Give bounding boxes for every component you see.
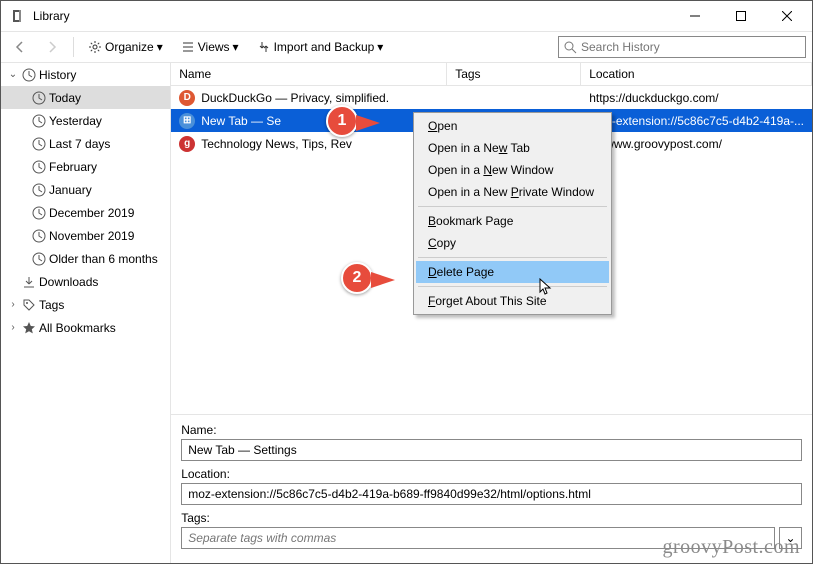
- history-label: History: [39, 68, 76, 82]
- chevron-down-icon: ▾: [233, 40, 239, 54]
- search-field-wrap: [558, 36, 806, 58]
- clock-icon: [31, 183, 47, 197]
- clock-icon: [31, 206, 47, 220]
- window-title: Library: [33, 9, 672, 23]
- menu-delete-page[interactable]: Delete Page: [416, 261, 609, 283]
- chevron-down-icon: ▾: [157, 40, 163, 54]
- list-icon: [181, 40, 195, 54]
- menu-open[interactable]: Open: [416, 115, 609, 137]
- sidebar-item-nov2019[interactable]: November 2019: [1, 224, 170, 247]
- menu-separator: [418, 257, 607, 258]
- chevron-down-icon[interactable]: ⌄: [7, 69, 19, 80]
- sidebar-item-today[interactable]: Today: [1, 86, 170, 109]
- menu-copy[interactable]: Copy: [416, 232, 609, 254]
- annotation-callout-2: 2: [341, 262, 373, 294]
- history-row[interactable]: DDuckDuckGo — Privacy, simplified. https…: [171, 86, 812, 109]
- import-label: Import and Backup: [274, 40, 375, 54]
- sidebar: ⌄ History Today Yesterday Last 7 days Fe…: [1, 63, 171, 563]
- clock-icon: [21, 68, 37, 82]
- menu-bookmark[interactable]: Bookmark Page: [416, 210, 609, 232]
- favicon-icon: D: [179, 90, 195, 106]
- clock-icon: [31, 229, 47, 243]
- views-label: Views: [198, 40, 230, 54]
- annotation-callout-1: 1: [326, 105, 358, 137]
- separator: [73, 37, 74, 57]
- views-menu[interactable]: Views ▾: [175, 37, 245, 57]
- search-input[interactable]: [558, 36, 806, 58]
- sidebar-item-jan[interactable]: January: [1, 178, 170, 201]
- app-icon: [9, 8, 25, 24]
- chevron-down-icon: ▾: [377, 40, 383, 54]
- clock-icon: [31, 91, 47, 105]
- sidebar-item-feb[interactable]: February: [1, 155, 170, 178]
- download-icon: [21, 275, 37, 289]
- search-icon: [563, 40, 577, 54]
- import-backup-menu[interactable]: Import and Backup ▾: [251, 37, 390, 57]
- column-name[interactable]: Name: [171, 63, 447, 85]
- name-label: Name:: [181, 423, 802, 437]
- title-bar: Library: [1, 1, 812, 31]
- star-icon: [21, 321, 37, 335]
- name-field[interactable]: [181, 439, 802, 461]
- column-location[interactable]: Location: [581, 63, 812, 85]
- sidebar-tags[interactable]: › Tags: [1, 293, 170, 316]
- menu-forget[interactable]: Forget About This Site: [416, 290, 609, 312]
- menu-open-new-window[interactable]: Open in a New Window: [416, 159, 609, 181]
- location-field[interactable]: [181, 483, 802, 505]
- toolbar: Organize ▾ Views ▾ Import and Backup ▾: [1, 31, 812, 63]
- menu-open-private[interactable]: Open in a New Private Window: [416, 181, 609, 203]
- watermark: groovyPost.com: [662, 536, 800, 559]
- content-area: ⌄ History Today Yesterday Last 7 days Fe…: [1, 63, 812, 563]
- location-label: Location:: [181, 467, 802, 481]
- callout-number: 2: [341, 262, 373, 294]
- sidebar-bookmarks[interactable]: › All Bookmarks: [1, 316, 170, 339]
- organize-menu[interactable]: Organize ▾: [82, 37, 169, 57]
- chevron-right-icon[interactable]: ›: [7, 299, 19, 310]
- organize-label: Organize: [105, 40, 154, 54]
- menu-separator: [418, 206, 607, 207]
- favicon-icon: g: [179, 136, 195, 152]
- sidebar-downloads[interactable]: Downloads: [1, 270, 170, 293]
- maximize-button[interactable]: [718, 1, 764, 31]
- minimize-button[interactable]: [672, 1, 718, 31]
- column-headers: Name Tags Location: [171, 63, 812, 86]
- favicon-icon: ⊞: [179, 113, 195, 129]
- gear-icon: [88, 40, 102, 54]
- tag-icon: [21, 298, 37, 312]
- sidebar-history[interactable]: ⌄ History: [1, 63, 170, 86]
- context-menu: Open Open in a New Tab Open in a New Win…: [413, 112, 612, 315]
- back-button[interactable]: [7, 37, 33, 57]
- menu-open-new-tab[interactable]: Open in a New Tab: [416, 137, 609, 159]
- import-icon: [257, 40, 271, 54]
- sidebar-item-older[interactable]: Older than 6 months: [1, 247, 170, 270]
- sidebar-item-last7[interactable]: Last 7 days: [1, 132, 170, 155]
- column-tags[interactable]: Tags: [447, 63, 581, 85]
- cursor-icon: [539, 278, 553, 296]
- clock-icon: [31, 252, 47, 266]
- menu-separator: [418, 286, 607, 287]
- sidebar-item-dec2019[interactable]: December 2019: [1, 201, 170, 224]
- chevron-right-icon[interactable]: ›: [7, 322, 19, 333]
- clock-icon: [31, 160, 47, 174]
- clock-icon: [31, 114, 47, 128]
- close-button[interactable]: [764, 1, 810, 31]
- forward-button[interactable]: [39, 37, 65, 57]
- callout-number: 1: [326, 105, 358, 137]
- clock-icon: [31, 137, 47, 151]
- tags-label: Tags:: [181, 511, 802, 525]
- sidebar-item-yesterday[interactable]: Yesterday: [1, 109, 170, 132]
